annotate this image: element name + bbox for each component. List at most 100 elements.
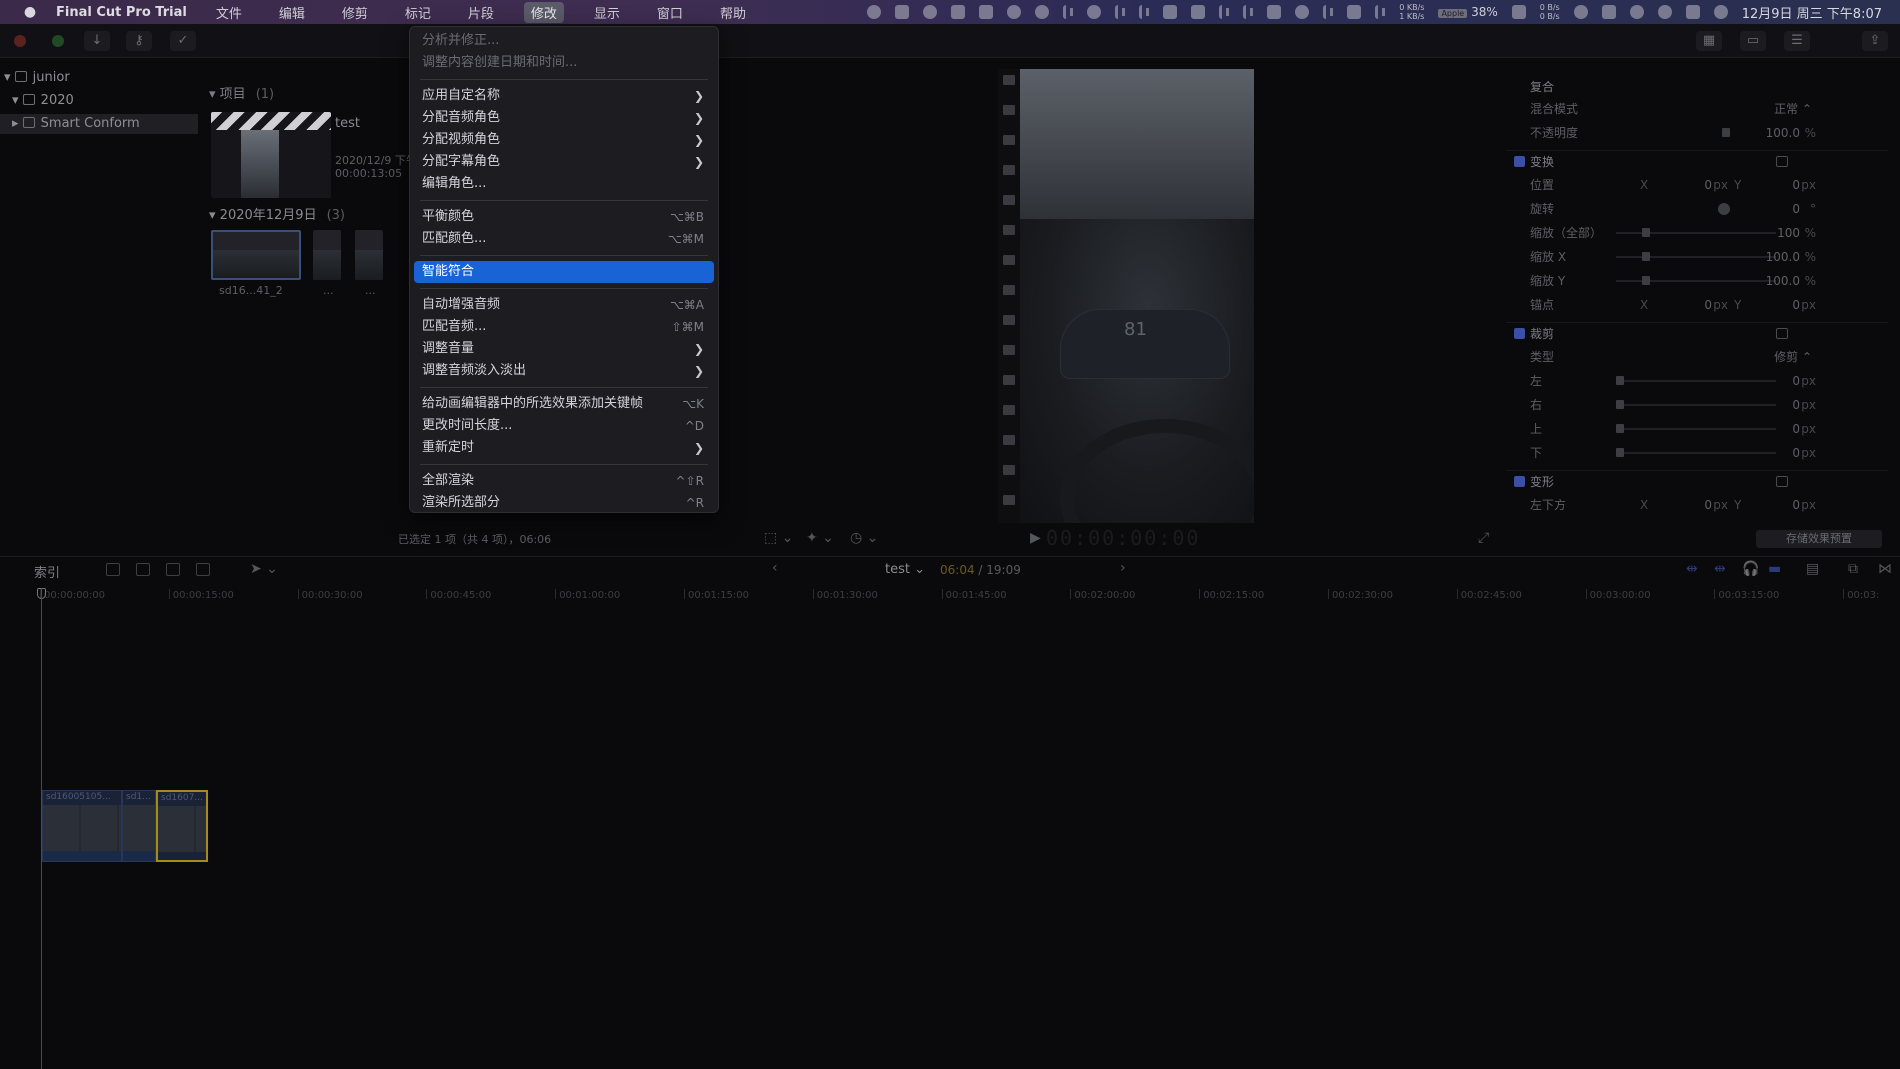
scale-x-value[interactable]: 100.0 [1766, 246, 1800, 268]
status-wind-icon[interactable] [1375, 5, 1386, 19]
clip-appearance-icon[interactable]: ▤ [1806, 561, 1819, 577]
select-tool-icon[interactable]: ➤ ⌄ [250, 561, 278, 577]
status-bluetooth-icon[interactable] [1063, 5, 1074, 19]
library-item-junior[interactable]: ▾ junior [4, 68, 70, 88]
status-clock-icon[interactable] [1295, 5, 1310, 19]
menu-item-2[interactable]: 应用自定名称 ❯ [414, 85, 714, 107]
menu-item-11[interactable]: 匹配音频... ⇧⌘M [414, 316, 714, 338]
crop-bottom-slider[interactable] [1616, 448, 1624, 457]
append-clip-icon[interactable] [166, 563, 180, 576]
battery[interactable]: Apple 38% [1438, 5, 1498, 19]
menu-file[interactable]: 文件 [209, 2, 249, 23]
event-clip-thumbnail-2[interactable] [313, 230, 341, 280]
keyframe-icon[interactable] [1722, 128, 1730, 137]
menu-item-14[interactable]: 给动画编辑器中的所选效果添加关键帧 ⌥K [414, 393, 714, 415]
close-window-button[interactable] [14, 35, 26, 47]
menu-item-13[interactable]: 调整音频淡入淡出 ❯ [414, 360, 714, 382]
menu-item-6[interactable]: 编辑角色... [414, 173, 714, 195]
menu-item-12[interactable]: 调整音量 ❯ [414, 338, 714, 360]
timeline-project-name[interactable]: test ⌄ [885, 562, 925, 577]
app-menu[interactable]: Final Cut Pro Trial [56, 5, 187, 20]
status-keyboard-icon[interactable] [1163, 5, 1178, 19]
opacity-value[interactable]: 100.0 [1766, 122, 1800, 144]
anchor-y-value[interactable]: 0 [1792, 294, 1800, 316]
project-thumbnail[interactable] [211, 112, 331, 198]
bottom-left-y-value[interactable]: 0 [1792, 494, 1800, 516]
status-cat-icon[interactable] [867, 5, 882, 19]
inspector-toggle-icon[interactable]: ☰ [1784, 31, 1810, 51]
index-button[interactable]: 索引 [34, 562, 60, 581]
clock[interactable]: 12月9日 周三 下午8:07 [1742, 3, 1882, 22]
history-back-icon[interactable]: ‹ [772, 560, 778, 576]
status-fan-icon[interactable] [1243, 5, 1254, 19]
menu-item-9[interactable]: 智能符合 [414, 261, 714, 283]
history-forward-icon[interactable]: › [1120, 560, 1126, 576]
menu-item-4[interactable]: 分配视频角色 ❯ [414, 129, 714, 151]
menu-item-10[interactable]: 自动增强音频 ⌥⌘A [414, 294, 714, 316]
network-speed-2[interactable]: 0 B/s 0 B/s [1540, 3, 1560, 21]
menu-trim[interactable]: 修剪 [335, 2, 375, 23]
status-display-icon[interactable] [979, 5, 994, 19]
headphones-icon[interactable]: 🎧 [1742, 561, 1759, 577]
menu-edit[interactable]: 编辑 [272, 2, 312, 23]
network-speed[interactable]: 0 KB/s 1 KB/s [1399, 3, 1424, 21]
menu-help[interactable]: 帮助 [713, 2, 753, 23]
import-icon[interactable]: ↓ [84, 31, 110, 51]
menu-window[interactable]: 窗口 [650, 2, 690, 23]
position-x-value[interactable]: 0 [1704, 174, 1712, 196]
library-item-2020[interactable]: ▾ 2020 [12, 91, 74, 111]
crop-top-slider[interactable] [1616, 424, 1624, 433]
overwrite-clip-icon[interactable] [196, 563, 210, 576]
status-pin-icon[interactable] [1323, 5, 1334, 19]
timeline-toggle-icon[interactable]: ▭ [1740, 31, 1766, 51]
project-name[interactable]: test [335, 116, 360, 131]
distort-checkbox[interactable] [1514, 476, 1525, 487]
volume-icon[interactable] [1347, 5, 1362, 19]
position-y-value[interactable]: 0 [1792, 174, 1800, 196]
keywords-icon[interactable]: ⚷ [126, 31, 152, 51]
menu-item-3[interactable]: 分配音频角色 ❯ [414, 107, 714, 129]
status-temp-icon[interactable] [1219, 5, 1230, 19]
status-gpu-icon[interactable] [1191, 5, 1206, 19]
enhance-icon[interactable]: ✦ ⌄ [806, 530, 834, 546]
event-heading[interactable]: ▾ 2020年12月9日 (3) [209, 204, 345, 223]
transform-checkbox[interactable] [1514, 156, 1525, 167]
viewer-frame[interactable]: 81 [1020, 69, 1254, 523]
status-bookmark-icon[interactable] [951, 5, 966, 19]
zoom-window-button[interactable] [52, 35, 64, 47]
crop-checkbox[interactable] [1514, 328, 1525, 339]
rotation-dial[interactable] [1718, 203, 1730, 215]
status-disk-icon[interactable] [1139, 5, 1150, 19]
scale-y-value[interactable]: 100.0 [1766, 270, 1800, 292]
library-toggle-icon[interactable]: ▦ [1696, 31, 1722, 51]
siri-icon[interactable] [1713, 5, 1728, 19]
status-s-icon[interactable] [1601, 5, 1616, 19]
rotation-value[interactable]: 0 [1792, 198, 1800, 220]
transform-onscreen-icon[interactable] [1776, 156, 1788, 167]
audio-skimming-icon[interactable]: ⇹ [1714, 561, 1726, 577]
menu-modify[interactable]: 修改 [523, 1, 564, 23]
menu-item-17[interactable]: 全部渲染 ^⇧R [414, 470, 714, 492]
status-cpu-graph-icon[interactable] [1267, 5, 1282, 19]
menu-item-5[interactable]: 分配字幕角色 ❯ [414, 151, 714, 173]
distort-section[interactable]: 变形 [1506, 470, 1888, 492]
timeline-clip-2[interactable]: sd1... [122, 790, 156, 862]
search-icon[interactable] [1657, 5, 1672, 19]
crop-onscreen-icon[interactable] [1776, 328, 1788, 339]
save-effects-preset-button[interactable]: 存储效果预置 [1756, 530, 1882, 548]
wifi-icon[interactable] [1629, 5, 1644, 19]
status-app-icon[interactable] [895, 5, 910, 19]
crop-type-popup[interactable]: 修剪 ⌃ [1774, 346, 1812, 368]
snapping-icon[interactable]: ▬ [1768, 561, 1781, 577]
transform-tool-icon[interactable]: ⬚ ⌄ [764, 530, 793, 546]
transform-section[interactable]: 变换 [1506, 150, 1888, 172]
status-memory-icon[interactable] [1115, 5, 1126, 19]
effects-browser-icon[interactable]: ⧉ [1848, 561, 1858, 577]
projects-heading[interactable]: ▾ 项目 (1) [209, 83, 274, 102]
play-icon[interactable]: ▶ [1030, 530, 1041, 546]
blend-mode-popup[interactable]: 正常 ⌃ [1774, 98, 1812, 120]
disclosure-triangle-icon[interactable]: ▾ [12, 93, 19, 108]
timeline-clip-1[interactable]: sd16005105... [42, 790, 122, 862]
crop-left-slider[interactable] [1616, 376, 1624, 385]
menu-item-18[interactable]: 渲染所选部分 ^R [414, 492, 714, 514]
